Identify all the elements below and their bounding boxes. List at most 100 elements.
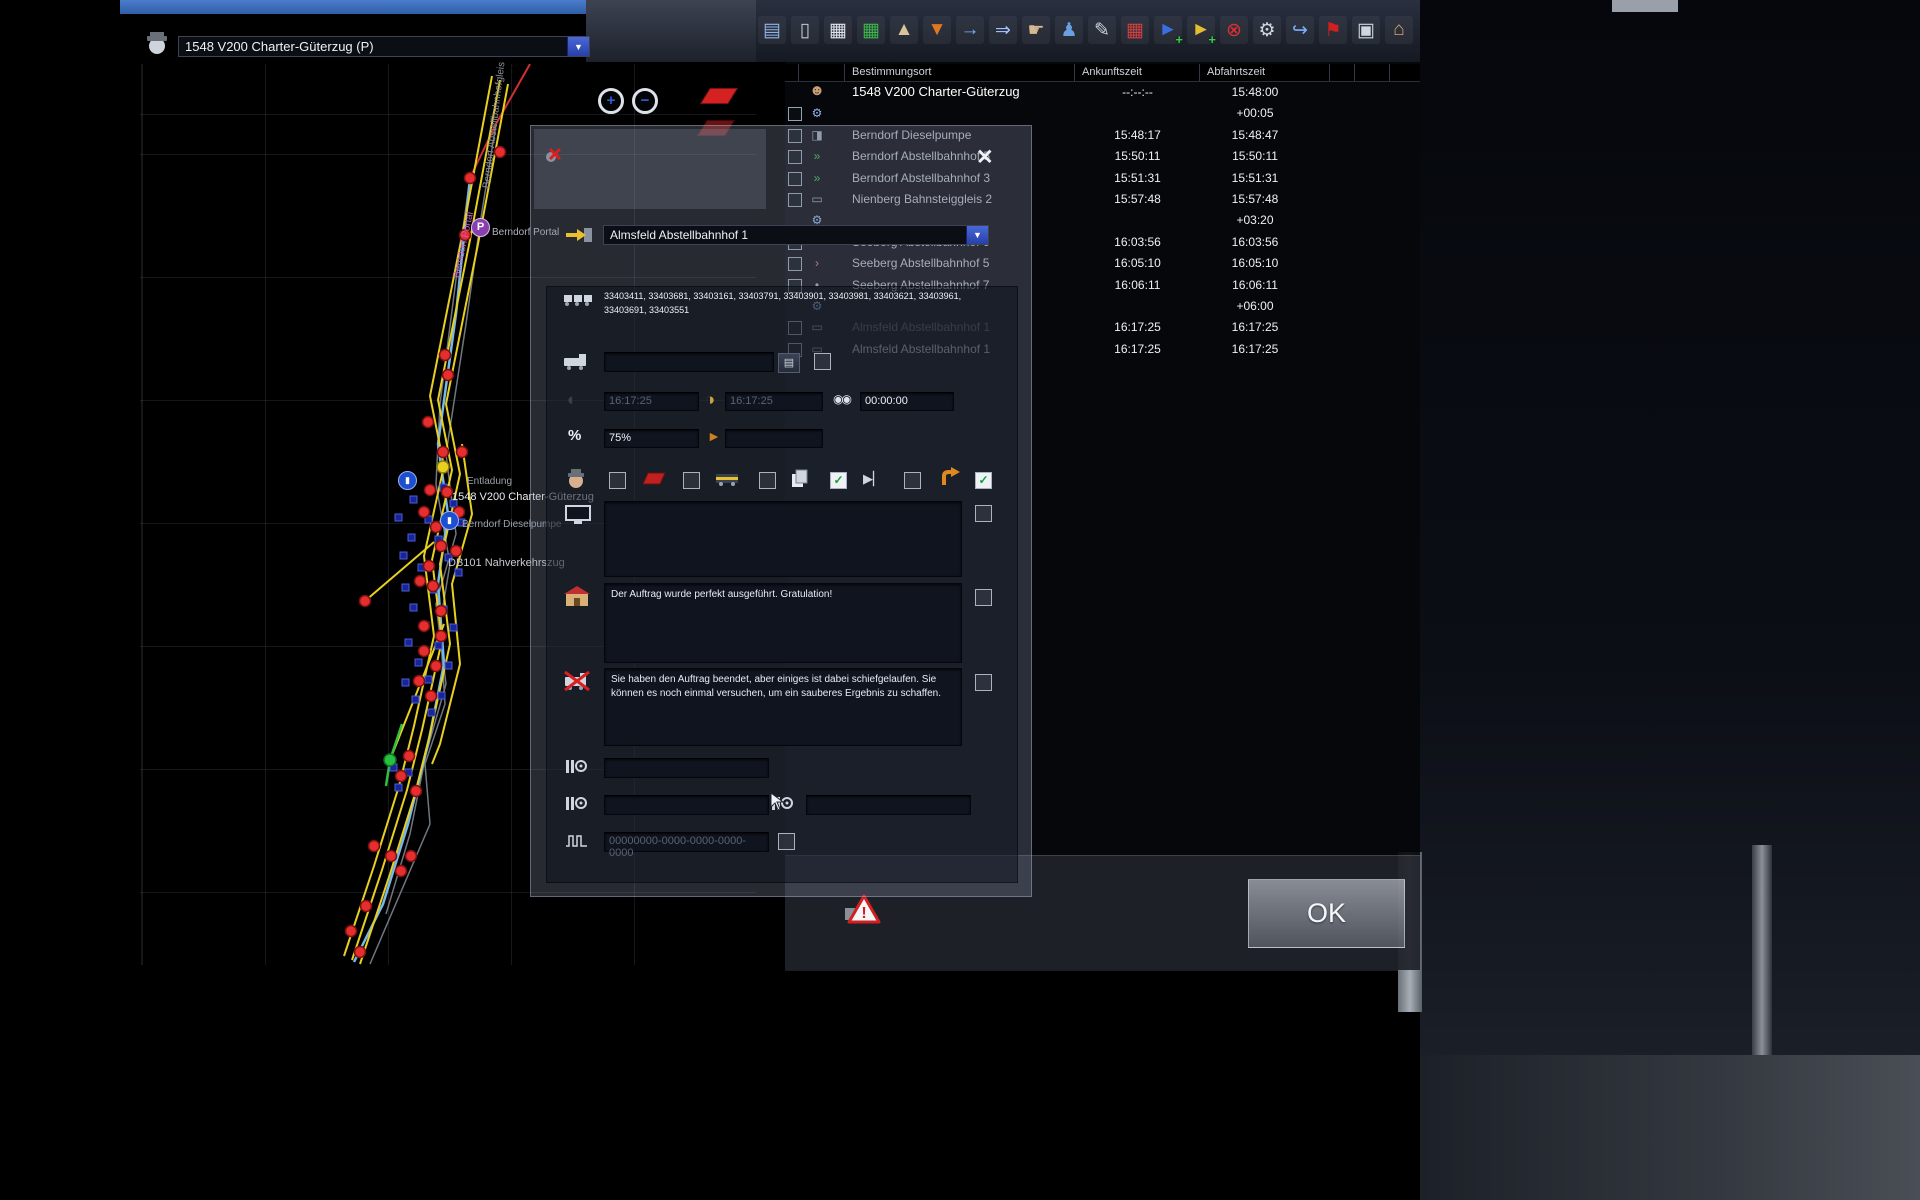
param-field-1[interactable] bbox=[604, 758, 769, 778]
toolbar: ▤▯▦▦▲▼→⇒☛♟✎▦►+►+⊗⚙↪⚑▣⌂ bbox=[758, 16, 1413, 44]
display-icon[interactable]: ▣ bbox=[1352, 16, 1380, 44]
destination-cell: 1548 V200 Charter-Güterzug bbox=[852, 84, 1020, 99]
portal-marker[interactable]: P bbox=[471, 218, 490, 237]
warning-icon: ! bbox=[845, 894, 881, 931]
waypoint-add-icon[interactable]: ►+ bbox=[1187, 16, 1215, 44]
exit-door-icon[interactable]: ↪ bbox=[1286, 16, 1314, 44]
option-driver-checkbox[interactable] bbox=[609, 472, 626, 489]
option-seat-checkbox[interactable] bbox=[683, 472, 700, 489]
departure-cell: 15:48:00 bbox=[1200, 85, 1310, 99]
edit-plan-icon[interactable]: ✎ bbox=[1088, 16, 1116, 44]
wait-time-field[interactable]: 00:00:00 bbox=[860, 392, 954, 411]
driver-icon bbox=[144, 30, 170, 61]
time-to-field[interactable]: 16:17:25 bbox=[725, 392, 823, 411]
train-select-value: 1548 V200 Charter-Güterzug (P) bbox=[179, 37, 567, 56]
map-label: Entladung bbox=[467, 477, 512, 487]
loco-driver-icon bbox=[715, 471, 741, 491]
time-from-field[interactable]: 16:17:25 bbox=[604, 392, 699, 411]
close-dialog-button[interactable]: ✕ bbox=[976, 147, 994, 168]
arrival-cell: 15:57:48 bbox=[1075, 192, 1200, 206]
scene-sky bbox=[120, 0, 586, 14]
flag-icon[interactable]: ⚑ bbox=[1319, 16, 1347, 44]
param-field-2[interactable] bbox=[604, 795, 769, 815]
option-step-checkbox[interactable] bbox=[904, 472, 921, 489]
departure-cell: 15:57:48 bbox=[1200, 192, 1310, 206]
crossed-train-icon bbox=[563, 670, 591, 696]
destination-transfer-icon bbox=[565, 226, 593, 249]
train-marker[interactable]: ▮ bbox=[440, 511, 459, 530]
row-checkbox[interactable] bbox=[788, 107, 802, 121]
insert-after-icon[interactable]: ⇒ bbox=[989, 16, 1017, 44]
driver-head-icon bbox=[565, 468, 587, 494]
departure-cell: 16:05:10 bbox=[1200, 256, 1310, 270]
move-down-icon[interactable]: ▼ bbox=[923, 16, 951, 44]
failure-checkbox[interactable] bbox=[975, 674, 992, 691]
zoom-in-button[interactable]: + bbox=[598, 88, 624, 114]
loco-list-button[interactable]: ▤ bbox=[778, 353, 800, 373]
destination-dropdown[interactable]: Almsfeld Abstellbahnhof 1 ▼ bbox=[603, 225, 989, 245]
copy-pages-icon bbox=[790, 469, 810, 492]
seat-icon bbox=[641, 471, 667, 491]
driver-icon[interactable]: ♟ bbox=[1055, 16, 1083, 44]
table-row[interactable]: ☻1548 V200 Charter-Güterzug--:--:--15:48… bbox=[785, 82, 1420, 103]
success-textarea[interactable]: Der Auftrag wurde perfekt ausgeführt. Gr… bbox=[604, 583, 962, 663]
cancel-icon[interactable]: ⊗ bbox=[1220, 16, 1248, 44]
arrival-cell: 16:06:11 bbox=[1075, 278, 1200, 292]
palette-icon[interactable]: ▦ bbox=[1121, 16, 1149, 44]
guid-field[interactable]: 00000000-0000-0000-0000-0000 bbox=[604, 832, 769, 852]
option-loco-checkbox[interactable] bbox=[759, 472, 776, 489]
param-field-3[interactable] bbox=[806, 795, 971, 815]
exit-up-arrow-icon bbox=[939, 467, 961, 491]
option-copy-checkbox[interactable]: ✓ bbox=[830, 472, 847, 489]
message-checkbox[interactable] bbox=[975, 505, 992, 522]
insert-before-icon[interactable]: → bbox=[956, 16, 984, 44]
delete-icon[interactable]: ▯ bbox=[791, 16, 819, 44]
grid-small-icon[interactable]: ▦ bbox=[824, 16, 852, 44]
departure-cell: 16:17:25 bbox=[1200, 342, 1310, 356]
speed-field[interactable] bbox=[725, 429, 823, 448]
chevron-down-icon[interactable]: ▼ bbox=[966, 226, 988, 244]
pointer-icon[interactable]: ☛ bbox=[1022, 16, 1050, 44]
train-select-dropdown[interactable]: 1548 V200 Charter-Güterzug (P) ▼ bbox=[178, 36, 590, 57]
train-marker[interactable]: ▮ bbox=[398, 471, 417, 490]
option-exit-checkbox[interactable]: ✓ bbox=[975, 472, 992, 489]
scene-platform bbox=[1420, 1055, 1920, 1200]
loco-checkbox[interactable] bbox=[814, 353, 831, 370]
grid-large-icon[interactable]: ▦ bbox=[857, 16, 885, 44]
settings-doc-icon[interactable]: ⚙ bbox=[1253, 16, 1281, 44]
order-dialog: ✕ Almsfeld Abstellbahnhof 1 ▼ 33403411, … bbox=[530, 125, 1032, 897]
save-icon[interactable]: ▤ bbox=[758, 16, 786, 44]
move-up-icon[interactable]: ▲ bbox=[890, 16, 918, 44]
header-cell-destination: Bestimmungsort bbox=[845, 64, 1075, 81]
depot-icon[interactable]: ⌂ bbox=[1385, 16, 1413, 44]
delete-entry-icon[interactable] bbox=[544, 146, 562, 169]
loco-field[interactable] bbox=[604, 352, 774, 372]
wagon-numbers: 33403411, 33403681, 33403161, 33403791, … bbox=[604, 290, 964, 317]
route-add-icon[interactable]: ►+ bbox=[1154, 16, 1182, 44]
percent-field[interactable]: 75% bbox=[604, 429, 699, 448]
track-gear-icon bbox=[565, 794, 589, 817]
message-textarea[interactable] bbox=[604, 501, 962, 577]
ok-button[interactable]: OK bbox=[1248, 879, 1405, 948]
schedule-header: Bestimmungsort Ankunftszeit Abfahrtszeit bbox=[785, 64, 1420, 82]
header-cell-extra bbox=[1355, 64, 1390, 81]
departure-cell: 16:03:56 bbox=[1200, 235, 1310, 249]
departure-cell: 15:50:11 bbox=[1200, 149, 1310, 163]
departure-cell: 15:51:31 bbox=[1200, 171, 1310, 185]
depot-barn-icon bbox=[563, 585, 591, 611]
failure-textarea[interactable]: Sie haben den Auftrag beendet, aber eini… bbox=[604, 668, 962, 746]
success-checkbox[interactable] bbox=[975, 589, 992, 606]
driver-icon: ☻ bbox=[807, 83, 827, 98]
track-gear-icon bbox=[565, 757, 589, 780]
arrival-cell: 15:50:11 bbox=[1075, 149, 1200, 163]
guid-checkbox[interactable] bbox=[778, 833, 795, 850]
header-cell-icons bbox=[799, 64, 845, 81]
header-cell-blank bbox=[785, 64, 799, 81]
arrival-cell: 15:48:17 bbox=[1075, 128, 1200, 142]
departure-clock-icon: ◑ bbox=[705, 391, 715, 408]
zoom-out-button[interactable]: − bbox=[632, 88, 658, 114]
chevron-down-icon[interactable]: ▼ bbox=[567, 37, 589, 56]
table-row[interactable]: ⚙+00:05 bbox=[785, 103, 1420, 124]
header-cell-extra bbox=[1390, 64, 1418, 81]
arrival-cell: 15:51:31 bbox=[1075, 171, 1200, 185]
